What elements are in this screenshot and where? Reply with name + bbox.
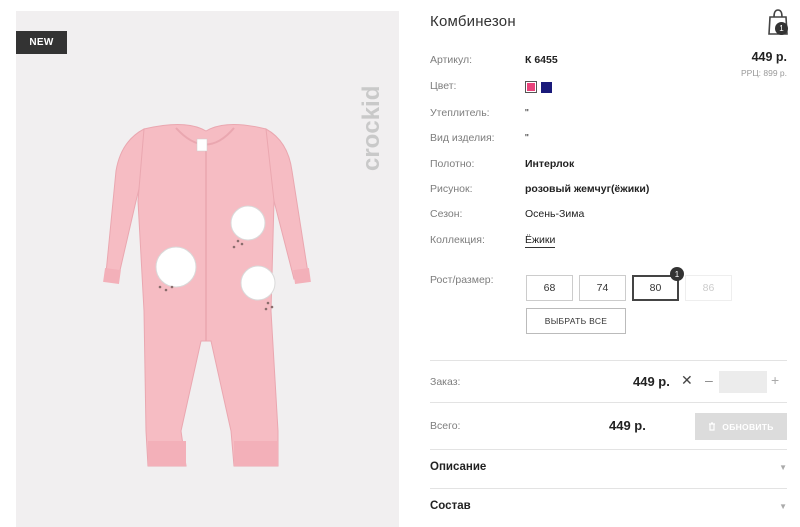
attr-value: Осень-Зима [525, 208, 585, 220]
attr-value: розовый жемчуг(ёжики) [525, 183, 650, 195]
remove-order-icon[interactable]: ✕ [681, 372, 693, 389]
chevron-down-icon: ▼ [779, 502, 787, 511]
product-image-panel: NEW crockid [16, 11, 399, 527]
brand-logo: crockid [358, 86, 385, 171]
svg-text:crockid: crockid [358, 86, 385, 171]
attr-value: " [525, 107, 529, 119]
divider [430, 449, 787, 450]
product-title: Комбинезон [430, 13, 516, 30]
attr-label: Утеплитель: [430, 107, 490, 119]
qty-input[interactable] [719, 371, 767, 393]
attr-value: Интерлок [525, 158, 575, 170]
attr-value: К 6455 [525, 54, 558, 66]
size-option-86: 86 [685, 275, 732, 301]
attr-label: Сезон: [430, 208, 463, 220]
order-label: Заказ: [430, 376, 461, 388]
attr-label: Артикул: [430, 54, 473, 66]
recommended-price: РРЦ: 899 р. [741, 68, 787, 78]
accordion-label: Описание [430, 461, 487, 473]
attr-label: Полотно: [430, 158, 475, 170]
color-swatch-navy[interactable] [541, 82, 552, 93]
accordion-description[interactable]: Описание ▼ [430, 461, 787, 481]
product-image [103, 123, 311, 467]
attr-label: Вид изделия: [430, 132, 495, 144]
product-price: 449 р. [751, 50, 787, 64]
update-button[interactable]: ОБНОВИТЬ [695, 413, 787, 440]
divider [430, 360, 787, 361]
attr-label: Рисунок: [430, 183, 473, 195]
select-all-button[interactable]: ВЫБРАТЬ ВСЕ [526, 308, 626, 334]
size-option-74[interactable]: 74 [579, 275, 626, 301]
collection-link[interactable]: Ёжики [525, 234, 556, 248]
accordion-label: Состав [430, 500, 471, 512]
attr-label: Цвет: [430, 80, 457, 92]
new-badge: NEW [16, 31, 67, 54]
size-label: Рост/размер: [430, 274, 494, 286]
chevron-down-icon: ▼ [779, 463, 787, 472]
attr-label: Коллекция: [430, 234, 485, 246]
accordion-composition[interactable]: Состав ▼ [430, 500, 787, 520]
cart-count-badge: 1 [775, 22, 788, 35]
divider [430, 488, 787, 489]
color-swatch-pink[interactable] [525, 81, 537, 93]
divider [430, 402, 787, 403]
update-button-label: ОБНОВИТЬ [722, 421, 774, 432]
attr-value: " [525, 132, 529, 144]
qty-increase-button[interactable]: + [771, 372, 779, 388]
trash-icon [709, 422, 716, 431]
total-price: 449 р. [609, 418, 646, 433]
size-option-68[interactable]: 68 [526, 275, 573, 301]
order-price: 449 р. [633, 374, 670, 389]
size-count-badge: 1 [670, 267, 684, 281]
product-details: Комбинезон 1 449 р. РРЦ: 899 р. Артикул:… [430, 0, 788, 527]
qty-decrease-button[interactable]: – [705, 372, 713, 388]
total-label: Всего: [430, 420, 461, 432]
